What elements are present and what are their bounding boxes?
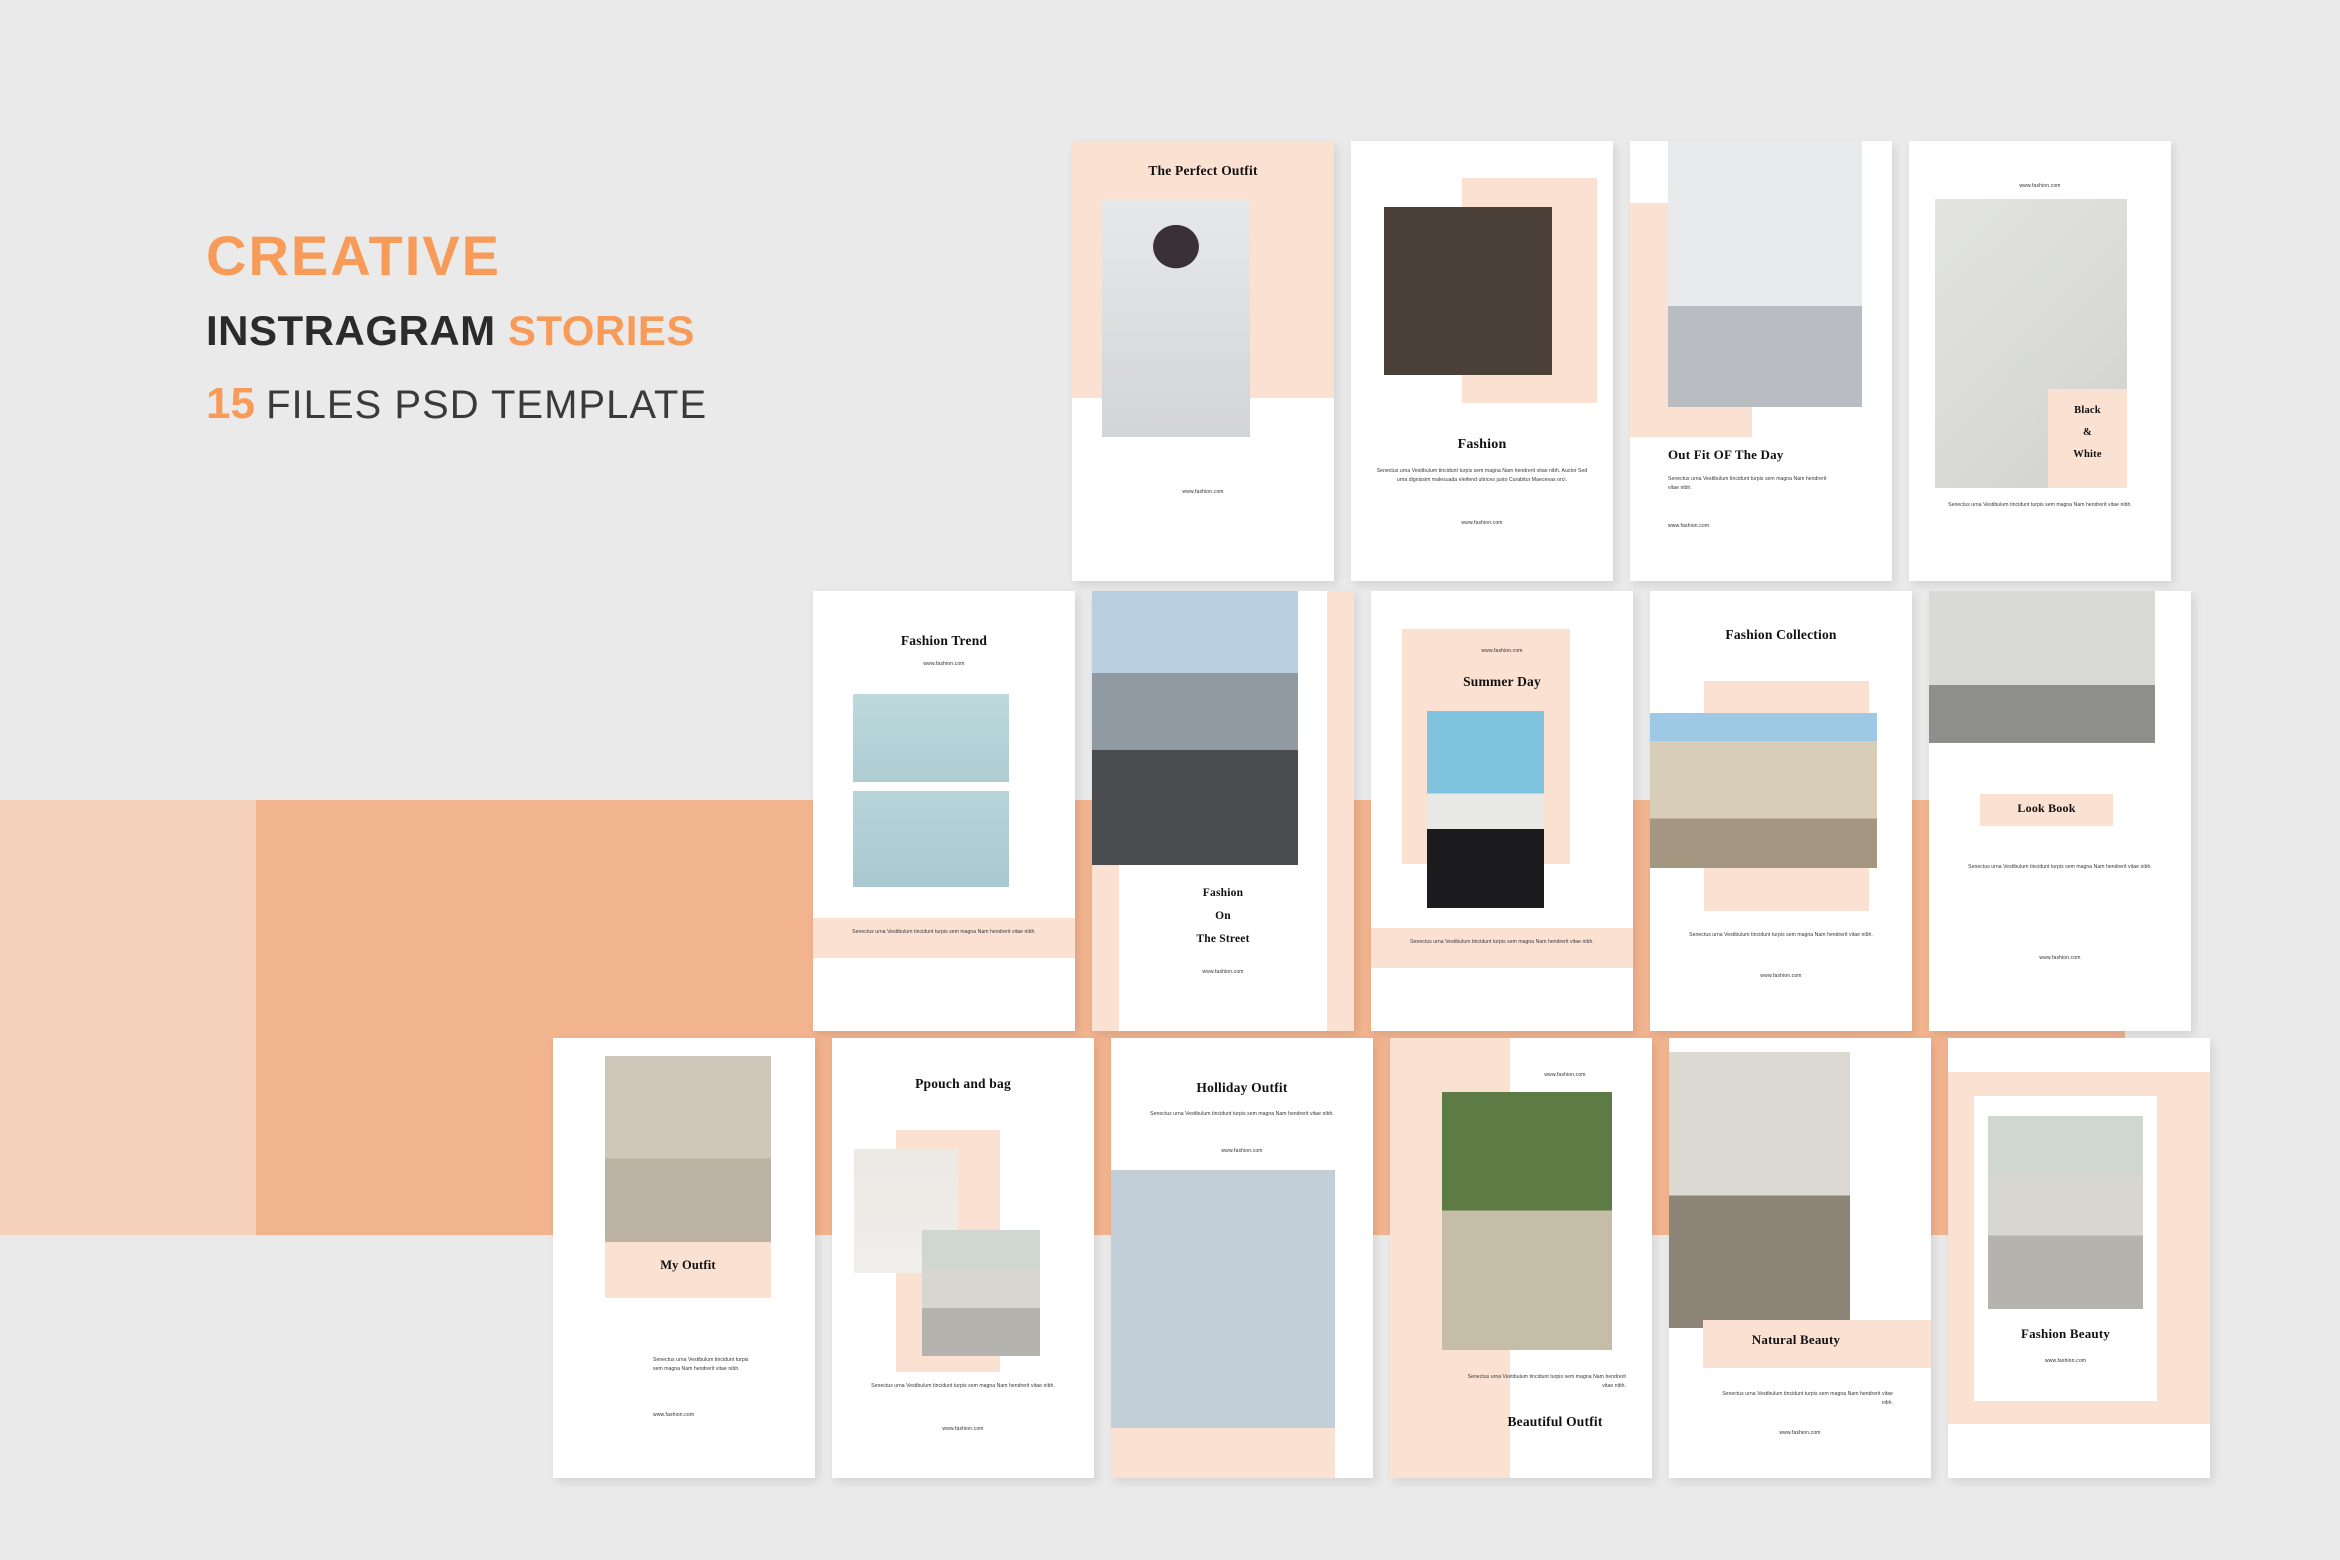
- card-body-text: Senectus urna Vestibulum tincidunt turpi…: [1689, 932, 1873, 938]
- card-url: www.fashion.com: [1461, 520, 1503, 526]
- card-title: Fashion Collection: [1725, 627, 1837, 642]
- card-url: www.fashion.com: [2044, 1358, 2087, 1364]
- card-photo-bottom: [853, 791, 1009, 887]
- card-title-line-1: Black: [2074, 405, 2101, 416]
- card-photo: [1668, 141, 1862, 407]
- card-url: www.fashion.com: [942, 1426, 984, 1432]
- story-card-my-outfit[interactable]: My Outfit Senectus urna Vestibulum tinci…: [553, 1038, 815, 1478]
- card-title: My Outfit: [660, 1258, 716, 1272]
- card-url: www.fashion.com: [1481, 648, 1523, 654]
- card-url: www.fashion.com: [2019, 183, 2061, 189]
- card-photo: [1669, 1052, 1850, 1328]
- story-card-natural-beauty[interactable]: Natural Beauty Senectus urna Vestibulum …: [1669, 1038, 1931, 1478]
- card-title: Fashion Trend: [900, 633, 988, 648]
- story-card-fashion[interactable]: Fashion Senectus urna Vestibulum tincidu…: [1351, 141, 1613, 581]
- card-photo: [1384, 207, 1552, 375]
- card-body-text: Senectus urna Vestibulum tincidunt turpi…: [1948, 502, 2132, 508]
- card-photo: [1111, 1170, 1335, 1428]
- card-url: www.fashion.com: [1182, 489, 1224, 495]
- card-title: Fashion Beauty: [2020, 1326, 2111, 1341]
- card-url: www.fashion.com: [1544, 1072, 1586, 1078]
- card-photo: [1427, 711, 1544, 908]
- card-body-text: Senectus urna Vestibulum tincidunt turpi…: [1722, 1391, 1893, 1407]
- story-card-fashion-beauty[interactable]: Fashion Beauty www.fashion.com: [1948, 1038, 2210, 1478]
- card-url: www.fashion.com: [653, 1412, 695, 1418]
- card-title: The Perfect Outfit: [1148, 163, 1258, 178]
- card-photo: [605, 1056, 771, 1242]
- card-body-text: Senectus urna Vestibulum tincidunt turpi…: [1668, 476, 1827, 492]
- card-title: Ppouch and bag: [915, 1076, 1011, 1091]
- card-title-line-2: On: [1215, 910, 1231, 922]
- card-photo: [1442, 1092, 1612, 1350]
- peach-title-block: [2048, 389, 2127, 488]
- card-url: www.fashion.com: [1668, 523, 1710, 529]
- peach-caption-band: [813, 918, 1075, 958]
- card-body-text: Senectus urna Vestibulum tincidunt turpi…: [653, 1357, 749, 1373]
- card-photo: [1092, 591, 1298, 865]
- story-card-fashion-collection[interactable]: Fashion Collection Senectus urna Vestibu…: [1650, 591, 1912, 1031]
- story-card-grid: The Perfect Outfit www.fashion.com Fashi…: [0, 0, 2340, 1560]
- peach-caption-band: [1371, 928, 1633, 968]
- card-photo-bottom: [922, 1230, 1040, 1356]
- card-photo: [1929, 591, 2155, 743]
- card-photo: [1650, 713, 1877, 868]
- card-title: Fashion: [1457, 437, 1507, 452]
- card-url: www.fashion.com: [923, 661, 965, 667]
- story-card-beautiful-outfit[interactable]: www.fashion.com Senectus urna Vestibulum…: [1390, 1038, 1652, 1478]
- story-card-fashion-on-the-street[interactable]: Fashion On The Street www.fashion.com: [1092, 591, 1354, 1031]
- story-card-look-book[interactable]: Look Book Senectus urna Vestibulum tinci…: [1929, 591, 2191, 1031]
- card-title-line-3: The Street: [1196, 933, 1250, 945]
- card-body-text: Senectus urna Vestibulum tincidunt turpi…: [1467, 1374, 1626, 1390]
- card-body-text: Senectus urna Vestibulum tincidunt turpi…: [852, 929, 1036, 935]
- card-title: Look Book: [2017, 801, 2076, 815]
- card-body-text: Senectus urna Vestibulum tincidunt turpi…: [1968, 864, 2152, 870]
- card-title-line-3: White: [2073, 449, 2102, 460]
- card-url: www.fashion.com: [1221, 1148, 1263, 1154]
- card-url: www.fashion.com: [2039, 955, 2081, 961]
- card-title: Natural Beauty: [1751, 1332, 1841, 1347]
- card-title: Holliday Outfit: [1196, 1080, 1288, 1095]
- card-title: Summer Day: [1463, 674, 1541, 689]
- card-title-line-2: &: [2083, 427, 2092, 438]
- card-body-text: Senectus urna Vestibulum tincidunt turpi…: [1410, 939, 1594, 945]
- card-photo-top: [853, 694, 1009, 782]
- story-card-ppouch-and-bag[interactable]: Ppouch and bag Senectus urna Vestibulum …: [832, 1038, 1094, 1478]
- card-title-line-1: Fashion: [1202, 887, 1244, 899]
- card-body-text: Senectus urna Vestibulum tincidunt turpi…: [1376, 468, 1588, 484]
- card-body-text: Senectus urna Vestibulum tincidunt turpi…: [1150, 1111, 1334, 1117]
- peach-footer-band: [1111, 1428, 1335, 1478]
- story-card-black-and-white[interactable]: www.fashion.com Black & White Senectus u…: [1909, 141, 2171, 581]
- story-card-out-fit-of-the-day[interactable]: Out Fit OF The Day Senectus urna Vestibu…: [1630, 141, 1892, 581]
- story-card-summer-day[interactable]: www.fashion.com Summer Day Senectus urna…: [1371, 591, 1633, 1031]
- story-card-holliday-outfit[interactable]: Holliday Outfit Senectus urna Vestibulum…: [1111, 1038, 1373, 1478]
- card-body-text: Senectus urna Vestibulum tincidunt turpi…: [871, 1383, 1055, 1389]
- card-url: www.fashion.com: [1779, 1430, 1821, 1436]
- card-url: www.fashion.com: [1760, 973, 1802, 979]
- card-title: Out Fit OF The Day: [1668, 447, 1784, 462]
- card-title: Beautiful Outfit: [1507, 1414, 1603, 1429]
- story-card-fashion-trend[interactable]: Fashion Trend www.fashion.com Senectus u…: [813, 591, 1075, 1031]
- card-url: www.fashion.com: [1202, 969, 1244, 975]
- card-photo: [1988, 1116, 2143, 1309]
- story-card-the-perfect-outfit[interactable]: The Perfect Outfit www.fashion.com: [1072, 141, 1334, 581]
- card-photo: [1102, 199, 1250, 437]
